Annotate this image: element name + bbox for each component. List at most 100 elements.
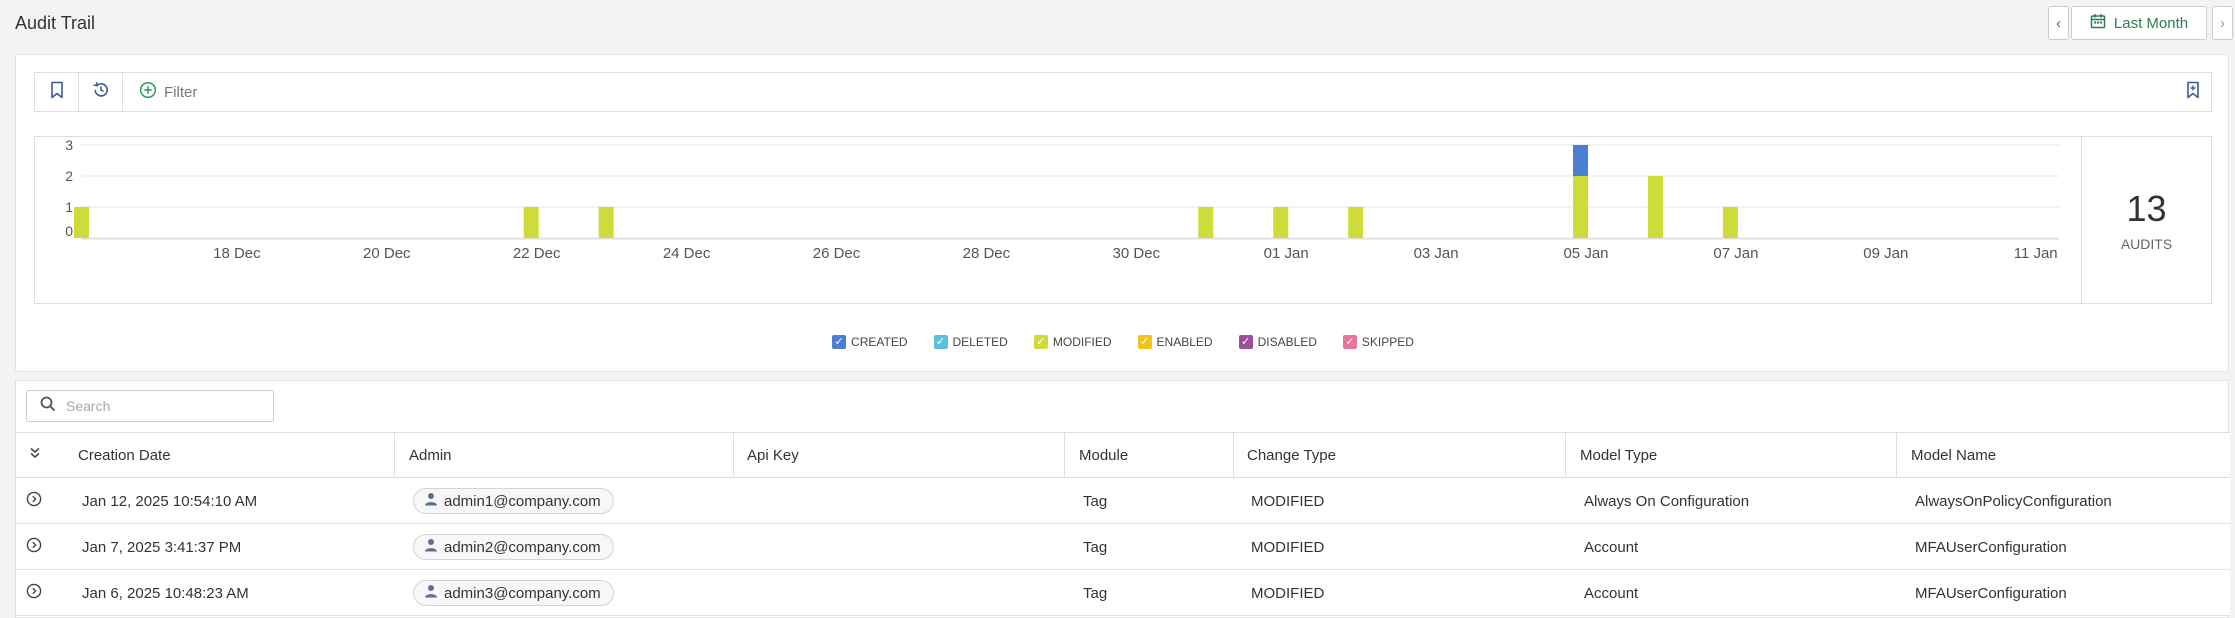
search-input[interactable]	[66, 398, 256, 414]
audit-chart: 0 1 2 3 18 Dec 20 Dec 22 Dec 24 Dec 26 Dec 28 Dec…	[34, 136, 2212, 304]
legend-label: ENABLED	[1156, 335, 1213, 349]
filter-bar: Filter	[34, 72, 2212, 112]
bar-modified	[1348, 207, 1364, 238]
checkbox-checked-icon[interactable]: ✓	[1342, 335, 1357, 349]
column-api-key[interactable]: Api Key	[747, 433, 799, 477]
cell-module: Tag	[1083, 584, 1108, 602]
cell-creation-date: Jan 12, 2025 10:54:10 AM	[82, 492, 258, 510]
legend-item-deleted[interactable]: ✓ DELETED	[933, 335, 1008, 349]
column-change-type[interactable]: Change Type	[1247, 433, 1336, 477]
checkbox-checked-icon[interactable]: ✓	[1033, 335, 1048, 349]
cell-model-name: AlwaysOnPolicyConfiguration	[1915, 492, 2112, 510]
table-row[interactable]: Jan 6, 2025 10:48:23 AM admin3@company.co…	[16, 570, 2230, 616]
expand-row-button[interactable]	[26, 478, 42, 524]
cell-change-type: MODIFIED	[1251, 584, 1325, 602]
column-model-type[interactable]: Model Type	[1580, 433, 1657, 477]
column-module[interactable]: Module	[1079, 433, 1128, 477]
column-model-name[interactable]: Model Name	[1911, 433, 1996, 477]
expand-row-button[interactable]	[26, 570, 42, 616]
bar-modified	[1573, 176, 1588, 238]
legend-label: DELETED	[952, 335, 1008, 349]
checkbox-checked-icon[interactable]: ✓	[1137, 335, 1152, 349]
chevron-left-icon: ‹	[2056, 14, 2061, 32]
cell-model-type: Always On Configuration	[1584, 492, 1750, 510]
cell-creation-date: Jan 7, 2025 3:41:37 PM	[82, 538, 242, 556]
x-tick-label: 05 Jan	[1563, 245, 1608, 262]
user-icon	[424, 584, 438, 602]
bar-modified	[74, 207, 89, 238]
checkbox-checked-icon[interactable]: ✓	[933, 335, 948, 349]
legend-item-created[interactable]: ✓ CREATED	[832, 335, 908, 349]
checkbox-checked-icon[interactable]: ✓	[1238, 335, 1253, 349]
cell-model-name: MFAUserConfiguration	[1915, 584, 2067, 602]
legend-item-modified[interactable]: ✓ MODIFIED	[1033, 335, 1112, 349]
legend-item-disabled[interactable]: ✓ DISABLED	[1238, 335, 1317, 349]
double-chevron-down-icon	[28, 446, 42, 464]
bar-modified	[523, 207, 539, 238]
table-row[interactable]: Jan 12, 2025 10:54:10 AM admin1@company.c…	[16, 478, 2230, 524]
column-creation-date[interactable]: Creation Date	[78, 433, 171, 477]
user-icon	[424, 538, 438, 556]
audit-total-count: 13	[2126, 188, 2167, 229]
x-tick-label: 09 Jan	[1863, 245, 1908, 262]
legend-item-enabled[interactable]: ✓ ENABLED	[1137, 335, 1213, 349]
chevron-circle-icon	[26, 583, 42, 603]
x-tick-label: 30 Dec	[1113, 245, 1161, 262]
next-range-button[interactable]: ›	[2212, 6, 2233, 40]
x-tick-label: 20 Dec	[363, 245, 411, 262]
history-button[interactable]	[79, 73, 123, 111]
x-tick-label: 22 Dec	[513, 245, 561, 262]
bar-modified	[1198, 207, 1214, 238]
admin-chip[interactable]: admin1@company.com	[413, 488, 614, 514]
filter-label: Filter	[164, 83, 198, 101]
top-bar: Audit Trail ‹ Last Month ›	[0, 0, 2235, 52]
save-filter-button[interactable]	[2185, 73, 2201, 111]
history-icon	[92, 81, 110, 104]
expand-row-button[interactable]	[26, 524, 42, 570]
admin-chip[interactable]: admin3@company.com	[413, 580, 614, 606]
cell-model-type: Account	[1584, 538, 1639, 556]
x-tick-label: 03 Jan	[1414, 245, 1459, 262]
chevron-right-icon: ›	[2220, 14, 2225, 32]
y-tick-label: 3	[65, 137, 73, 153]
y-tick-label: 0	[65, 223, 73, 239]
search-box[interactable]	[26, 390, 274, 422]
bar-created	[1573, 145, 1588, 176]
add-filter-button[interactable]: Filter	[139, 73, 197, 111]
audit-total: 13 AUDITS	[2081, 137, 2211, 303]
legend-item-skipped[interactable]: ✓ SKIPPED	[1342, 335, 1414, 349]
y-tick-label: 1	[65, 199, 73, 215]
saved-filters-button[interactable]	[35, 73, 79, 111]
bar-chart: 0 1 2 3 18 Dec 20 Dec 22 Dec 24 Dec 26 Dec 28 Dec…	[65, 137, 2059, 262]
legend-label: MODIFIED	[1052, 335, 1112, 349]
cell-admin: admin3@company.com	[413, 570, 614, 616]
bookmark-add-icon	[2185, 81, 2201, 104]
cell-admin: admin1@company.com	[413, 478, 614, 524]
cell-admin: admin2@company.com	[413, 524, 614, 570]
date-range-button[interactable]: Last Month	[2071, 6, 2207, 40]
table-row[interactable]: Jan 7, 2025 3:41:37 PM admin2@company.com…	[16, 524, 2230, 570]
admin-chip[interactable]: admin2@company.com	[413, 534, 614, 560]
cell-module: Tag	[1083, 538, 1108, 556]
checkbox-checked-icon[interactable]: ✓	[832, 335, 847, 349]
search-icon	[40, 396, 56, 417]
chart-panel: Filter 0 1 2 3 18 Dec 20 Dec 22 Dec 24 Dec 26 De…	[15, 54, 2229, 372]
legend-label: CREATED	[851, 335, 908, 349]
legend-label: SKIPPED	[1361, 335, 1414, 349]
previous-range-button[interactable]: ‹	[2048, 6, 2069, 40]
audit-table-panel: Creation Date Admin Api Key Module Chang…	[15, 380, 2230, 618]
expand-all-button[interactable]	[28, 433, 42, 477]
calendar-icon	[2090, 13, 2106, 33]
cell-model-name: MFAUserConfiguration	[1915, 538, 2067, 556]
bar-modified	[598, 207, 614, 238]
x-tick-label: 07 Jan	[1713, 245, 1758, 262]
x-tick-label: 11 Jan	[2014, 245, 2058, 262]
page-title: Audit Trail	[15, 13, 96, 33]
audit-total-label: AUDITS	[2120, 236, 2173, 252]
admin-email: admin1@company.com	[444, 492, 601, 510]
column-admin[interactable]: Admin	[409, 433, 452, 477]
date-range-label: Last Month	[2113, 14, 2189, 32]
table-header: Creation Date Admin Api Key Module Chang…	[16, 432, 2230, 478]
bar-modified	[1273, 207, 1289, 238]
x-tick-label: 24 Dec	[663, 245, 711, 262]
